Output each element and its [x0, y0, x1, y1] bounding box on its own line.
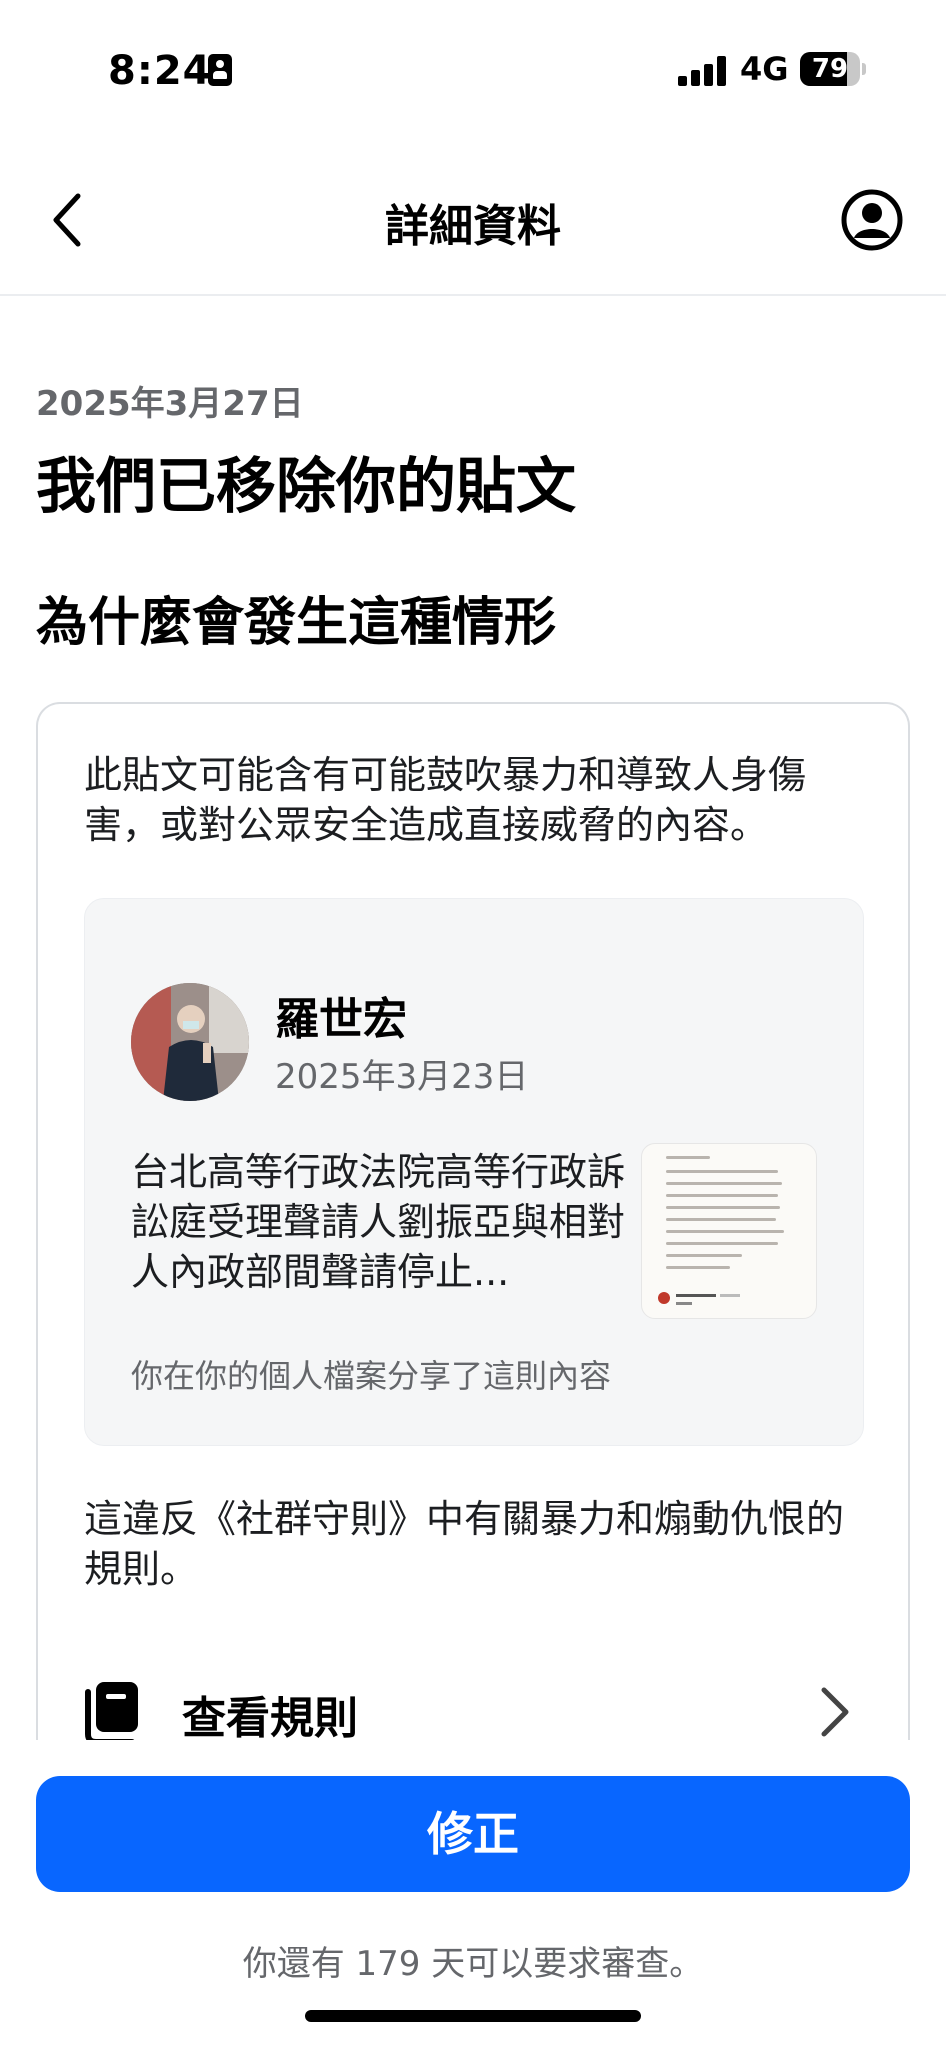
reason-description: 此貼文可能含有可能鼓吹暴力和導致人身傷害，或對公眾安全造成直接威脅的內容。	[84, 753, 807, 847]
profile-button[interactable]	[840, 188, 904, 252]
home-indicator[interactable]	[305, 2010, 641, 2022]
screen: 8:24 4G 79 詳細資料 2025年3月27日 我們已移除你的貼文 為什麼…	[0, 0, 946, 2048]
battery-percent: 79	[811, 54, 849, 84]
notice-title: 我們已移除你的貼文	[36, 452, 576, 522]
cellular-signal-icon	[678, 56, 728, 86]
fix-button[interactable]: 修正	[36, 1776, 910, 1892]
section-title: 為什麼會發生這種情形	[36, 593, 557, 653]
bottom-action-area: 修正 你還有 179 天可以要求審查。	[0, 1740, 946, 2048]
chevron-right-icon	[821, 1687, 849, 1737]
profile-circle-icon	[841, 189, 903, 251]
post-date: 2025年3月23日	[275, 1057, 529, 1097]
thumbnail-meta	[656, 1280, 806, 1310]
post-author: 羅世宏	[275, 994, 407, 1045]
battery-nub	[862, 63, 866, 75]
status-time: 8:24	[108, 48, 212, 94]
nav-bar: 詳細資料	[0, 150, 946, 296]
notice-date: 2025年3月27日	[36, 384, 304, 424]
view-rules-label: 查看規則	[182, 1693, 358, 1744]
violation-text: 這違反《社群守則》中有關暴力和煽動仇恨的規則。	[84, 1497, 845, 1591]
review-deadline-note: 你還有 179 天可以要求審查。	[242, 1944, 704, 1984]
network-type: 4G	[740, 50, 789, 88]
removed-post-preview[interactable]: 羅世宏 2025年3月23日 台北高等行政法院高等行政訴訟庭受理聲請人劉振亞與相…	[84, 898, 864, 1446]
avatar-photo	[131, 983, 249, 1101]
post-image-thumbnail	[641, 1143, 817, 1319]
reason-card: 此貼文可能含有可能鼓吹暴力和導致人身傷害，或對公眾安全造成直接威脅的內容。 羅世…	[36, 702, 910, 1782]
contact-card-icon	[208, 54, 232, 86]
book-icon	[85, 1682, 138, 1745]
post-share-note: 你在你的個人檔案分享了這則內容	[131, 1357, 612, 1395]
avatar	[131, 983, 249, 1101]
battery-icon: 79	[800, 52, 860, 86]
post-text: 台北高等行政法院高等行政訴訟庭受理聲請人劉振亞與相對人內政部間聲請停止...	[131, 1150, 626, 1294]
page-title: 詳細資料	[385, 201, 561, 252]
